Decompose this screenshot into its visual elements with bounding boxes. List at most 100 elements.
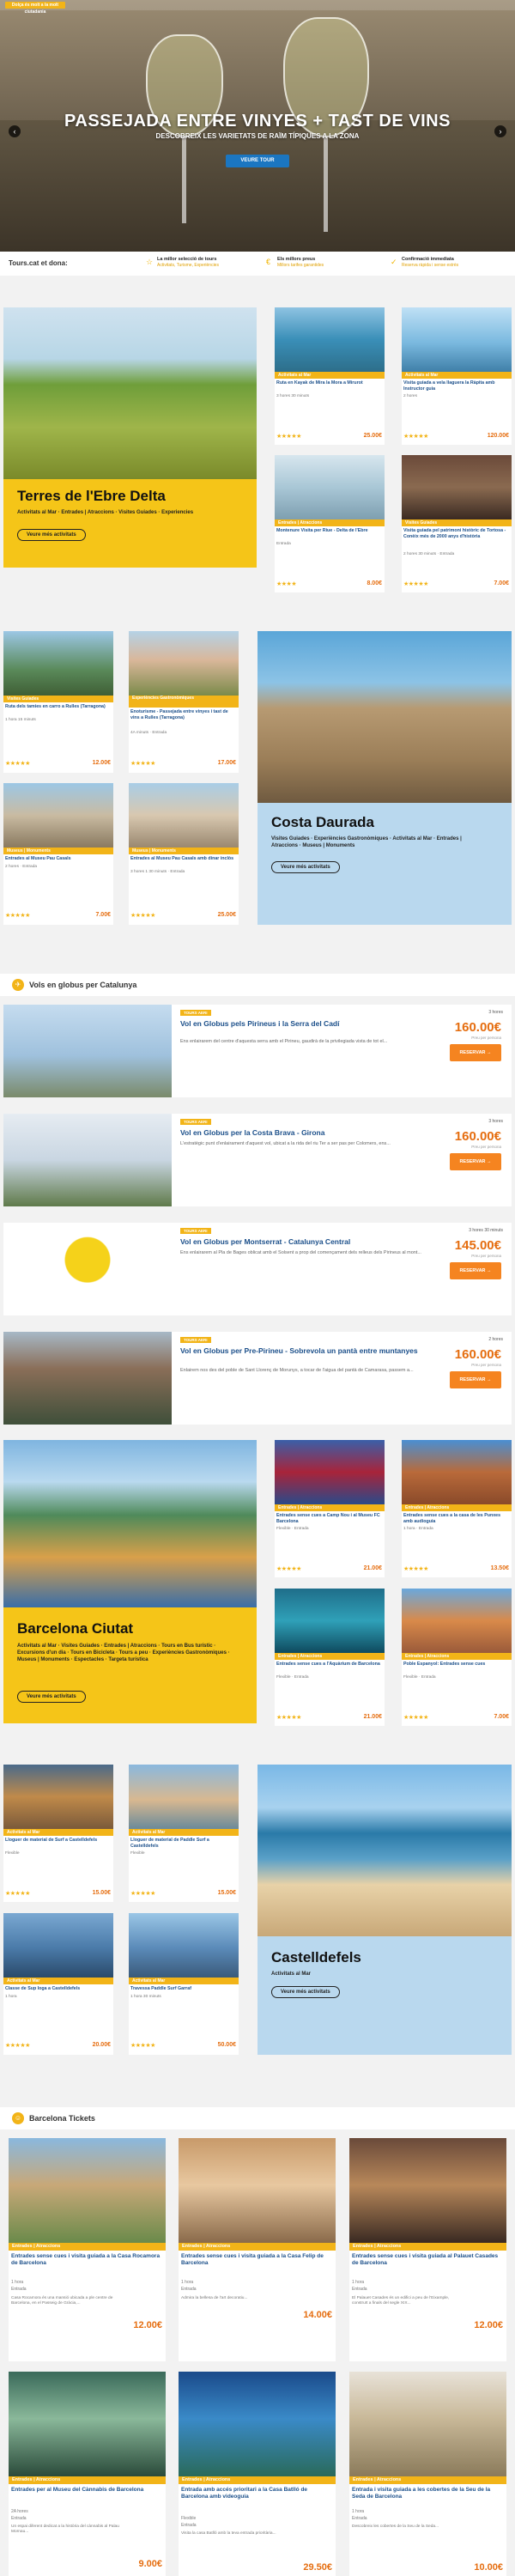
activity-card[interactable]: Activitats al Mar Ruta en Kayak de Mira … [275, 307, 385, 445]
destination-categories: Visites Guiades · Experiències Gastronòm… [271, 836, 462, 848]
activity-title[interactable]: Entrades sense cues a l'Aquàrium de Barc… [276, 1662, 383, 1668]
ticket-duration: 1 hora [352, 2509, 365, 2514]
destination-card-castelldefels[interactable]: Castelldefels Activitats al Mar Veure mé… [258, 1765, 512, 2055]
ticket-card[interactable]: Entrades | Atraccions Entrades per al Mu… [9, 2372, 166, 2576]
activity-card[interactable]: Activitats al Mar Classe de Sup Ioga a C… [3, 1913, 113, 2055]
hero-title: PASSEJADA ENTRE VINYES + TAST DE VINS [64, 112, 451, 131]
rating-stars: ★★★★★ [5, 913, 30, 919]
activity-card[interactable]: Museus | Monuments Entrades al Museu Pau… [129, 783, 239, 925]
destination-name: Barcelona Ciutat [17, 1620, 134, 1637]
ticket-title[interactable]: Entrada amb accés prioritari a la Casa B… [181, 2487, 333, 2500]
activity-card[interactable]: Museus | Monuments Entrades al Museu Pau… [3, 783, 113, 925]
more-activities-button[interactable]: Veure més activitats [17, 1691, 86, 1703]
activity-duration: 3 hores 30 minuts [276, 394, 310, 398]
euro-icon: € [266, 258, 271, 266]
price-per-person: Preu per persona [471, 1254, 501, 1258]
activity-card[interactable]: Visites Guiades Visita guiada pel patrim… [402, 455, 512, 592]
ticket-title[interactable]: Entrades sense cues i visita guiada al P… [352, 2253, 504, 2267]
activity-card[interactable]: Experiències Gastronòmiques Enoturisme -… [129, 631, 239, 773]
wine-glass-stem [182, 137, 186, 223]
activity-title[interactable]: Ruta dels tamies en carro a Rulles (Tarr… [5, 704, 112, 710]
activity-duration: Flexible [5, 1851, 20, 1856]
benefit-subtitle: Activitats, Turisme, Experiències [157, 263, 219, 268]
activity-title[interactable]: Travessa Paddle Surf Garraf [130, 1986, 237, 1992]
more-activities-button[interactable]: Veure més activitats [271, 861, 340, 873]
activity-title[interactable]: Entrades sense cues a Camp Nou i al Muse… [276, 1513, 383, 1524]
activity-image [275, 307, 385, 372]
activity-title[interactable]: Lloguer de material de Surf a Castelldef… [5, 1838, 112, 1844]
activity-title[interactable]: Entrades sense cues a la casa de les Pun… [403, 1513, 510, 1524]
activity-title[interactable]: Entrades al Museu Pau Casals [5, 856, 112, 862]
ticket-image [9, 2138, 166, 2243]
more-activities-button[interactable]: Veure més activitats [271, 1986, 340, 1998]
tour-title[interactable]: Vol en Globus pels Pirineus i la Serra d… [180, 1019, 429, 1028]
carousel-next-icon[interactable]: › [494, 125, 506, 137]
activity-category: Visites Guiades [402, 519, 512, 526]
balloon-tour-card[interactable]: TOURS AERI Vol en Globus per Montserrat … [3, 1223, 512, 1315]
activity-card[interactable]: Activitats al Mar Visita guiada a vela l… [402, 307, 512, 445]
hero-cta-button[interactable]: VEURE TOUR [226, 155, 289, 167]
activity-title[interactable]: Montenure Visita per Riue - Delta de l'E… [276, 528, 383, 534]
activity-duration: Flexible · Entrada [403, 1675, 436, 1680]
carousel-prev-icon[interactable]: ‹ [9, 125, 21, 137]
activity-title[interactable]: Classe de Sup Ioga a Castelldefels [5, 1986, 112, 1992]
ticket-card[interactable]: Entrades | Atraccions Entrada amb accés … [179, 2372, 336, 2576]
reserve-button[interactable]: RESERVAR → [450, 1153, 501, 1170]
activity-price: 20.00€ [92, 2042, 111, 2048]
destination-categories: Activitats al Mar · Entrades | Atraccion… [17, 510, 194, 515]
ticket-card[interactable]: Entrades | Atraccions Entrades sense cue… [179, 2138, 336, 2361]
balloon-tour-card[interactable]: TOURS AERI Vol en Globus per Pre-Pirineu… [3, 1332, 512, 1425]
activity-card[interactable]: Activitats al Mar Lloguer de material de… [3, 1765, 113, 1902]
activity-card[interactable]: Activitats al Mar Travessa Paddle Surf G… [129, 1913, 239, 2055]
ticket-title[interactable]: Entrades per al Museu del Cànnabis de Ba… [11, 2487, 163, 2494]
activity-category: Activitats al Mar [275, 372, 385, 379]
activity-title[interactable]: Entrades al Museu Pau Casals amb dinar i… [130, 856, 237, 862]
activity-category: Museus | Monuments [3, 848, 113, 854]
tour-title[interactable]: Vol en Globus per Pre-Pirineu - Sobrevol… [180, 1346, 429, 1355]
activity-card[interactable]: Entrades | Atraccions Montenure Visita p… [275, 455, 385, 592]
activity-card[interactable]: Entrades | Atraccions Entrades sense cue… [402, 1440, 512, 1577]
balloon-tour-card[interactable]: TOURS AERI Vol en Globus per la Costa Br… [3, 1114, 512, 1206]
activity-card[interactable]: Visites Guiades Ruta dels tamies en carr… [3, 631, 113, 773]
tour-title[interactable]: Vol en Globus per la Costa Brava - Giron… [180, 1128, 429, 1137]
activity-title[interactable]: Lloguer de material de Paddle Surf a Cas… [130, 1838, 237, 1849]
activity-card[interactable]: Entrades | Atraccions Poble Espanyol: En… [402, 1589, 512, 1726]
activity-price: 7.00€ [494, 1714, 509, 1720]
ticket-card[interactable]: Entrades | Atraccions Entrades sense cue… [349, 2138, 506, 2361]
activity-card[interactable]: Activitats al Mar Lloguer de material de… [129, 1765, 239, 1902]
activity-title[interactable]: Ruta en Kayak de Mira la Mora a Mirurot [276, 380, 383, 386]
destination-card-barcelona[interactable]: Barcelona Ciutat Activitats al Mar · Vis… [3, 1440, 257, 1723]
reserve-button[interactable]: RESERVAR → [450, 1371, 501, 1388]
ticket-card[interactable]: Entrades | Atraccions Entrades sense cue… [9, 2138, 166, 2361]
more-activities-button[interactable]: Veure més activitats [17, 529, 86, 541]
ticket-title[interactable]: Entrades sense cues i visita guiada a la… [181, 2253, 333, 2267]
activity-category: Experiències Gastronòmiques [129, 696, 239, 708]
top-banner-button[interactable]: Dolça és molt a la molt ciutadania [5, 2, 65, 15]
ticket-category: Entrades | Atraccions [179, 2243, 336, 2251]
activity-title[interactable]: Visita guiada pel patrimoni històric de … [403, 528, 510, 539]
balloon-section-header: ✈ Vols en globus per Catalunya [0, 974, 515, 996]
activity-card[interactable]: Entrades | Atraccions Entrades sense cue… [275, 1589, 385, 1726]
reserve-button[interactable]: RESERVAR → [450, 1044, 501, 1061]
activity-duration: Flexible · Entrada [276, 1527, 309, 1531]
balloon-tour-card[interactable]: TOURS AERI Vol en Globus pels Pirineus i… [3, 1005, 512, 1097]
activity-duration: 1 hora [5, 1995, 17, 1999]
destination-card-ebre[interactable]: Terres de l'Ebre Delta Activitats al Mar… [3, 307, 257, 568]
tour-title[interactable]: Vol en Globus per Montserrat - Catalunya… [180, 1237, 429, 1246]
ticket-title[interactable]: Entrada i visita guiada a les cobertes d… [352, 2487, 504, 2500]
activity-title[interactable]: Visita guiada a vela llaguera la Ràpita … [403, 380, 510, 392]
activity-title[interactable]: Poble Espanyol: Entrades sense cues [403, 1662, 510, 1668]
activity-category: Activitats al Mar [402, 372, 512, 379]
hero-banner: Dolça és molt a la molt ciutadania PASSE… [0, 0, 515, 252]
activity-image [129, 783, 239, 848]
activity-category: Visites Guiades [3, 696, 113, 702]
activity-card[interactable]: Entrades | Atraccions Entrades sense cue… [275, 1440, 385, 1577]
activity-price: 15.00€ [217, 1890, 236, 1896]
ticket-type: Entrada [181, 2287, 197, 2292]
ticket-title[interactable]: Entrades sense cues i visita guiada a la… [11, 2253, 163, 2267]
ticket-price: 12.00€ [474, 2320, 503, 2330]
reserve-button[interactable]: RESERVAR → [450, 1262, 501, 1279]
activity-title[interactable]: Enoturisme - Passejada entre vinyes i ta… [130, 709, 237, 720]
destination-card-costa-daurada[interactable]: Costa Daurada Visites Guiades · Experièn… [258, 631, 512, 925]
ticket-card[interactable]: Entrades | Atraccions Entrada i visita g… [349, 2372, 506, 2576]
